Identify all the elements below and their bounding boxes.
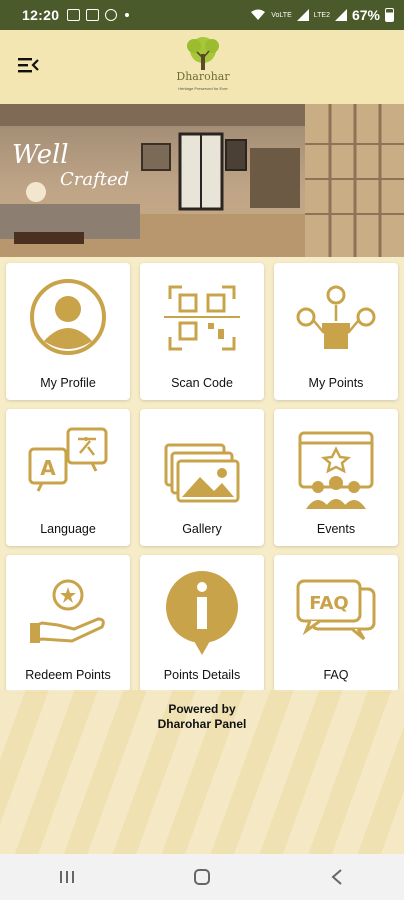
hero-banner: Well Crafted: [0, 104, 404, 257]
dharohar-logo: Dharohar Heritage Preserved for Ever: [168, 36, 238, 98]
banner-title: Well: [12, 140, 69, 170]
menu-collapse-icon[interactable]: [16, 54, 40, 76]
more-notifications-icon: [125, 13, 130, 17]
tile-scan-code[interactable]: Scan Code: [140, 263, 264, 400]
gallery-notification-icon: [67, 9, 81, 21]
info-icon: [166, 571, 238, 655]
powered-by-line2: Dharohar Panel: [157, 717, 247, 731]
tile-label: My Points: [308, 376, 364, 390]
tile-label: Points Details: [163, 668, 241, 682]
wifi-icon: [251, 9, 266, 20]
tile-label: Scan Code: [171, 376, 233, 390]
svg-text:A: A: [40, 456, 56, 480]
back-button[interactable]: [317, 862, 357, 892]
events-calendar-icon: [298, 431, 374, 509]
recent-apps-button[interactable]: [47, 862, 87, 892]
redeem-hand-coin-icon: [30, 579, 105, 643]
app-header: Dharohar Heritage Preserved for Ever: [0, 30, 404, 104]
points-gift-icon: [296, 285, 376, 349]
tile-events[interactable]: Events: [274, 409, 398, 546]
tile-label: My Profile: [40, 376, 96, 390]
volte-label-2: LTE2: [313, 11, 330, 19]
battery-icon: [385, 8, 394, 22]
tile-points-details[interactable]: Points Details: [140, 555, 264, 692]
home-button[interactable]: [182, 862, 222, 892]
tile-redeem-points[interactable]: Redeem Points: [6, 555, 130, 692]
banner-subtitle: Crafted: [60, 169, 130, 190]
tile-my-profile[interactable]: My Profile: [6, 263, 130, 400]
svg-text:FAQ: FAQ: [309, 593, 348, 614]
system-icons: VoLTE LTE2 67%: [250, 7, 394, 23]
tile-gallery[interactable]: Gallery: [140, 409, 264, 546]
tile-label: Redeem Points: [25, 668, 111, 682]
back-icon: [331, 869, 342, 885]
menu-grid: My Profile Scan Code My Points A Languag…: [0, 257, 404, 697]
sync-notification-icon: [105, 9, 118, 21]
qr-scan-icon: [164, 285, 240, 351]
tile-my-points[interactable]: My Points: [274, 263, 398, 400]
tree-icon: [187, 37, 219, 70]
status-time: 12:20: [22, 7, 60, 23]
notification-icons: [67, 9, 130, 21]
powered-by: Powered by Dharohar Panel: [0, 702, 404, 732]
logo-tagline: Heritage Preserved for Ever: [178, 86, 228, 91]
tile-label: Events: [316, 522, 356, 536]
tile-label: FAQ: [323, 668, 349, 682]
tile-language[interactable]: A Language: [6, 409, 130, 546]
recent-apps-icon: [60, 871, 75, 883]
tile-label: Gallery: [182, 522, 222, 536]
volte-label-1: VoLTE: [271, 11, 292, 19]
tile-faq[interactable]: FAQ FAQ: [274, 555, 398, 692]
language-translate-icon: A: [28, 427, 108, 492]
signal-2-icon: [334, 9, 347, 21]
home-icon: [193, 869, 210, 885]
faq-bubble-icon: FAQ: [296, 579, 376, 641]
profile-icon: [30, 279, 106, 355]
system-nav-bar: [0, 854, 404, 900]
tile-label: Language: [40, 522, 96, 536]
gallery-icon: [164, 443, 240, 503]
jio-notification-icon: [86, 9, 100, 21]
signal-1-icon: [296, 9, 309, 21]
powered-by-line1: Powered by: [168, 702, 236, 716]
status-bar: 12:20 VoLTE LTE2 67%: [0, 0, 404, 30]
logo-name: Dharohar: [176, 70, 230, 83]
battery-percent: 67%: [351, 7, 380, 23]
